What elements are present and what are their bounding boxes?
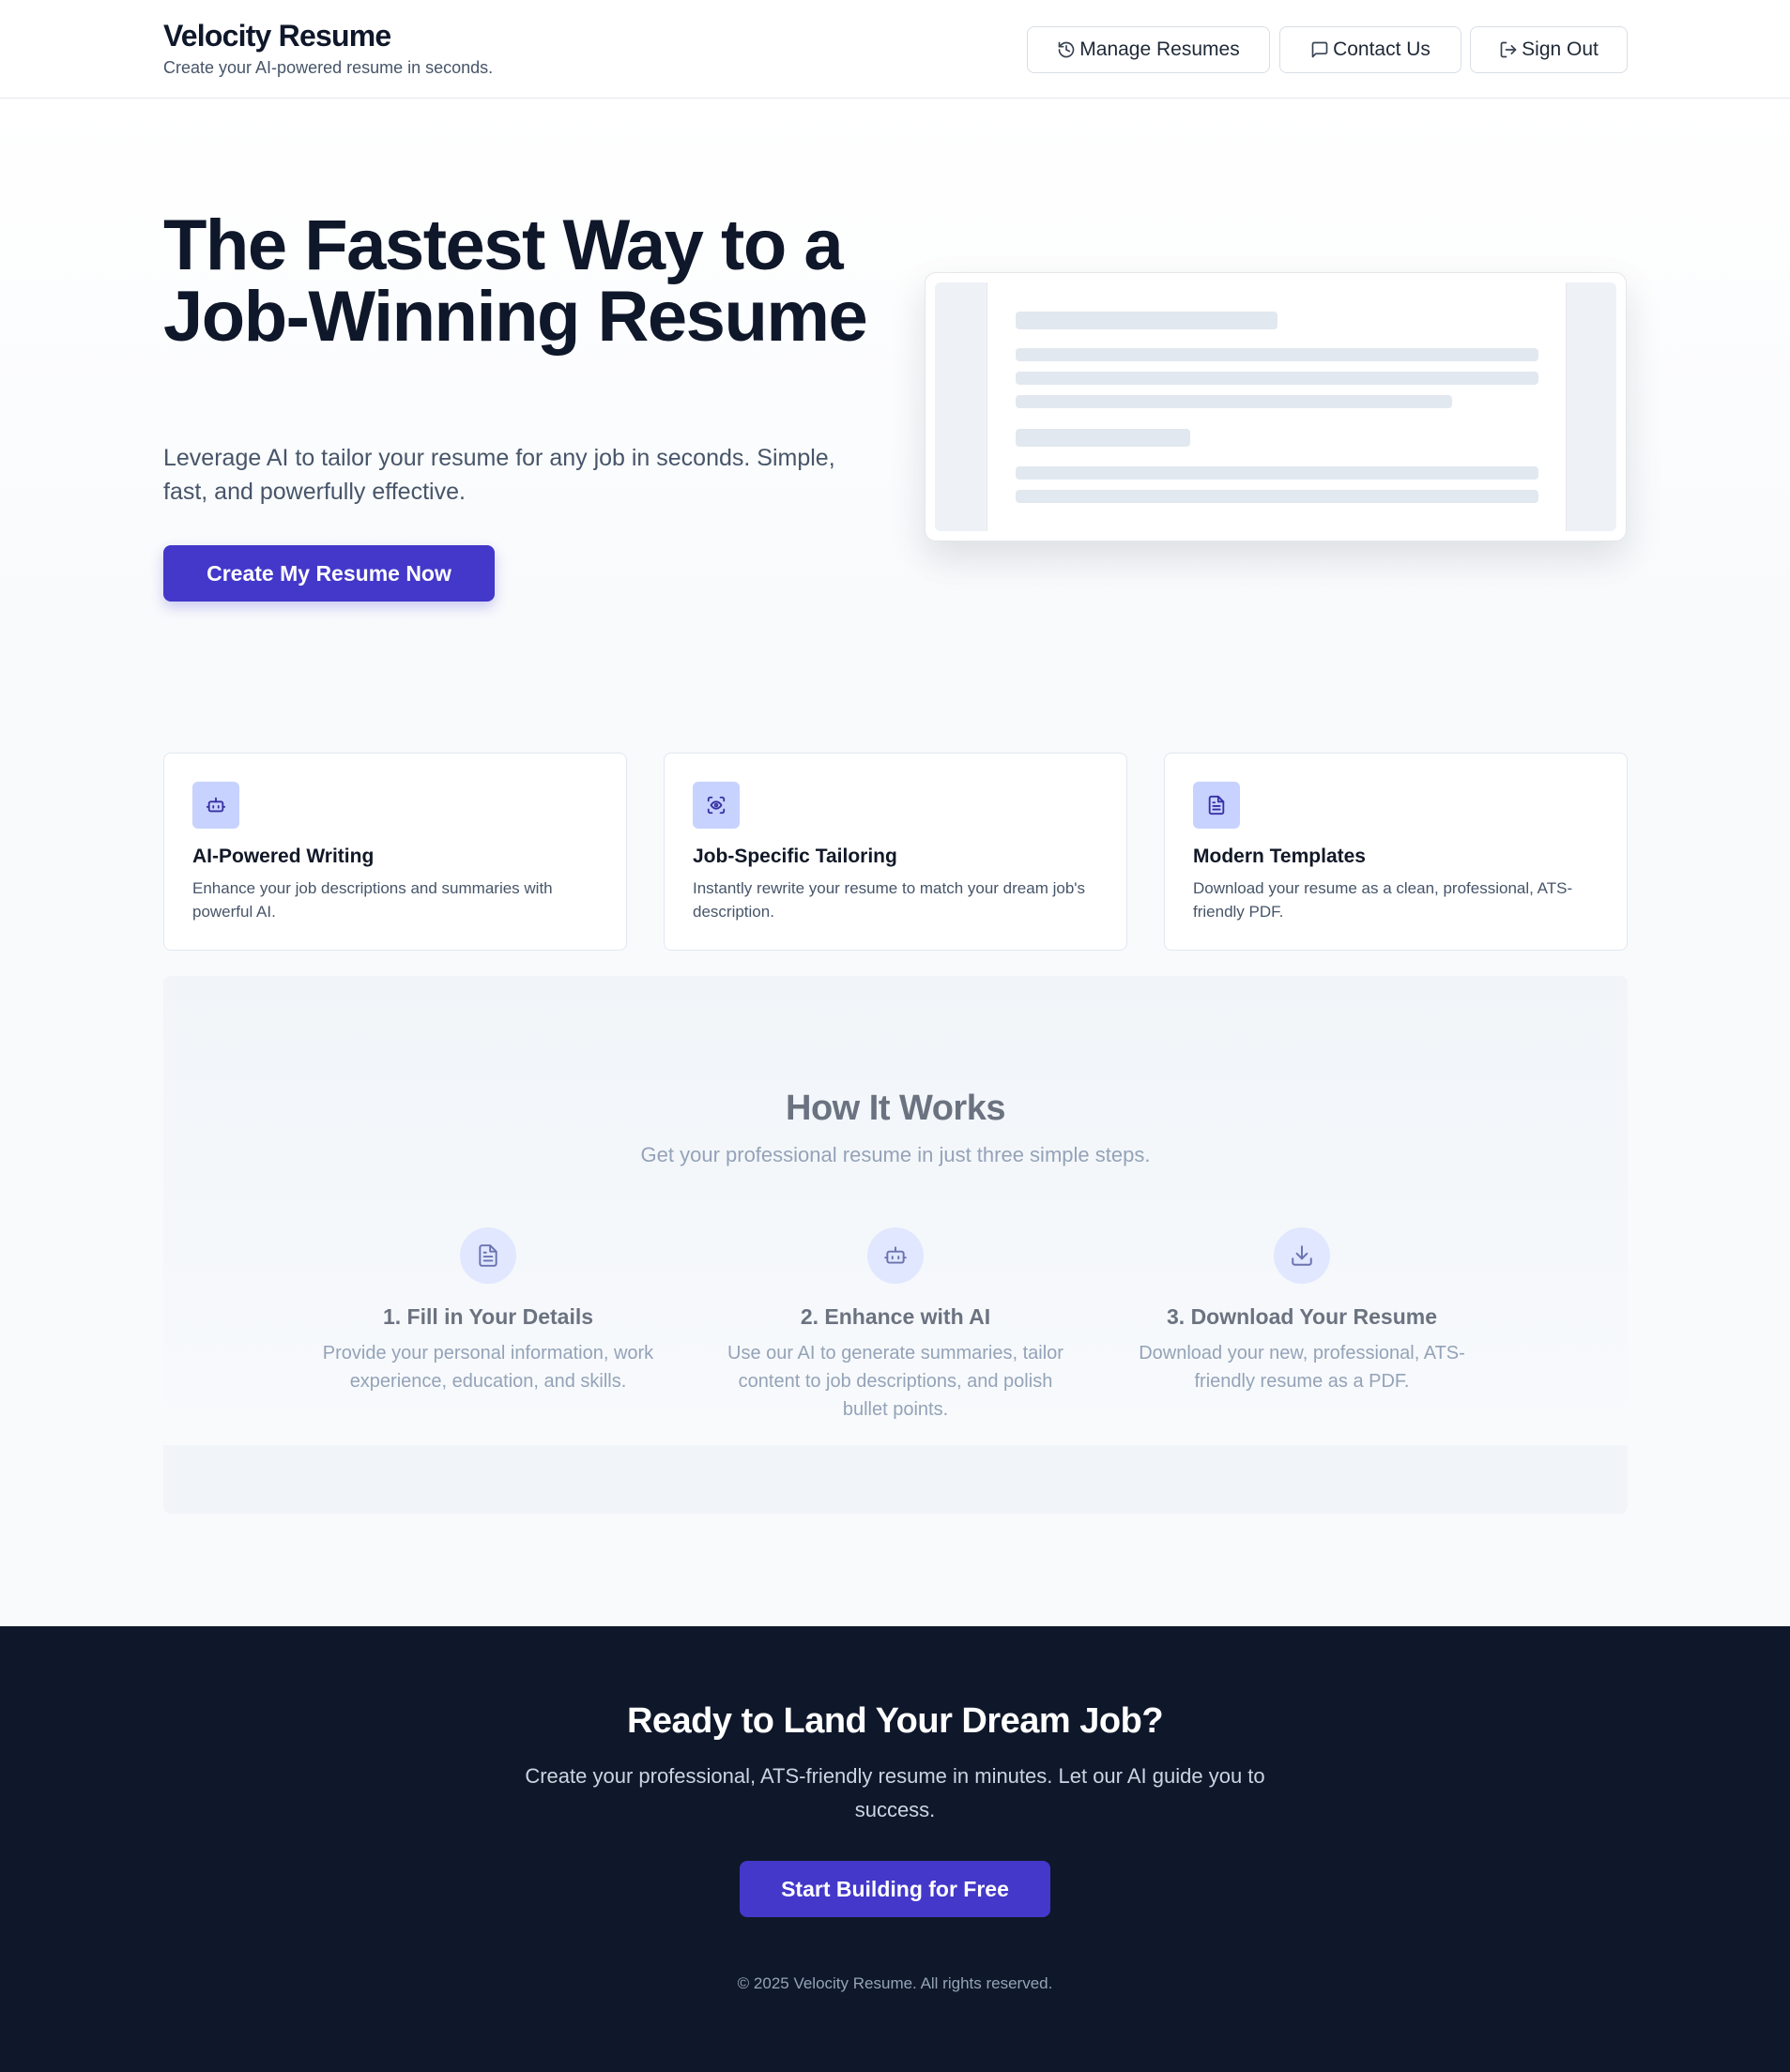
feature-card-templates: Modern Templates Download your resume as…	[1164, 753, 1628, 951]
history-icon	[1057, 40, 1076, 59]
feature-title: Job-Specific Tailoring	[693, 846, 897, 867]
resume-preview-illustration	[925, 272, 1627, 541]
step-item: 1. Fill in Your Details Provide your per…	[310, 1227, 666, 1395]
step-title: 1. Fill in Your Details	[382, 1304, 594, 1329]
step-description: Use our AI to generate summaries, tailor…	[727, 1343, 1063, 1420]
step-description: Download your new, professional, ATS-fri…	[1139, 1343, 1465, 1392]
step-item: 2. Enhance with AI Use our AI to generat…	[723, 1227, 1068, 1424]
preview-line	[1016, 466, 1538, 480]
site-footer: Ready to Land Your Dream Job? Create you…	[0, 1626, 1790, 2072]
download-icon	[1274, 1227, 1330, 1284]
contact-us-button[interactable]: Contact Us	[1279, 26, 1461, 73]
feature-description: Enhance your job descriptions and summar…	[192, 879, 553, 921]
copyright-text: © 2025 Velocity Resume. All rights reser…	[737, 1974, 1053, 1992]
preview-line	[1016, 429, 1190, 447]
feature-card-tailoring: Job-Specific Tailoring Instantly rewrite…	[664, 753, 1127, 951]
brand-tagline: Create your AI-powered resume in seconds…	[163, 58, 494, 77]
preview-line	[1016, 348, 1538, 361]
step-item: 3. Download Your Resume Download your ne…	[1124, 1227, 1480, 1395]
resume-preview-page	[987, 282, 1567, 531]
brand-title[interactable]: Velocity Resume	[163, 19, 391, 53]
step-description: Provide your personal information, work …	[322, 1343, 654, 1392]
sign-out-label: Sign Out	[1522, 38, 1599, 60]
resume-preview-frame	[935, 282, 1616, 531]
step-title: 3. Download Your Resume	[1167, 1304, 1437, 1329]
feature-title: Modern Templates	[1193, 846, 1366, 867]
preview-line	[1016, 372, 1538, 385]
hero-subtitle: Leverage AI to tailor your resume for an…	[163, 445, 835, 505]
sign-out-button[interactable]: Sign Out	[1470, 26, 1628, 73]
document-icon	[1193, 782, 1240, 829]
hero-title: The Fastest Way to a Job-Winning Resume	[163, 206, 868, 357]
preview-line	[1016, 312, 1277, 329]
how-it-works-subtitle: Get your professional resume in just thr…	[640, 1143, 1151, 1166]
footer-subtitle: Create your professional, ATS-friendly r…	[525, 1764, 1265, 1821]
document-icon	[460, 1227, 516, 1284]
step-title: 2. Enhance with AI	[800, 1304, 991, 1329]
sign-out-icon	[1499, 40, 1518, 59]
manage-resumes-button[interactable]: Manage Resumes	[1027, 26, 1270, 73]
manage-resumes-label: Manage Resumes	[1079, 38, 1240, 60]
footer-title: Ready to Land Your Dream Job?	[626, 1701, 1164, 1741]
feature-description: Instantly rewrite your resume to match y…	[693, 879, 1086, 921]
feature-title: AI-Powered Writing	[192, 846, 375, 867]
robot-icon	[192, 782, 239, 829]
message-icon	[1310, 40, 1329, 59]
contact-us-label: Contact Us	[1333, 38, 1430, 60]
preview-line	[1016, 490, 1538, 503]
scan-eye-icon	[693, 782, 740, 829]
robot-icon	[867, 1227, 924, 1284]
how-it-works-title: How It Works	[786, 1089, 1006, 1128]
how-it-works-section: How It Works Get your professional resum…	[163, 976, 1628, 1514]
start-building-button[interactable]: Start Building for Free	[740, 1861, 1050, 1917]
preview-line	[1016, 395, 1452, 408]
feature-description: Download your resume as a clean, profess…	[1193, 879, 1573, 921]
create-resume-button[interactable]: Create My Resume Now	[163, 545, 495, 602]
site-header: Velocity Resume Create your AI-powered r…	[0, 0, 1790, 99]
feature-card-ai-writing: AI-Powered Writing Enhance your job desc…	[163, 753, 627, 951]
